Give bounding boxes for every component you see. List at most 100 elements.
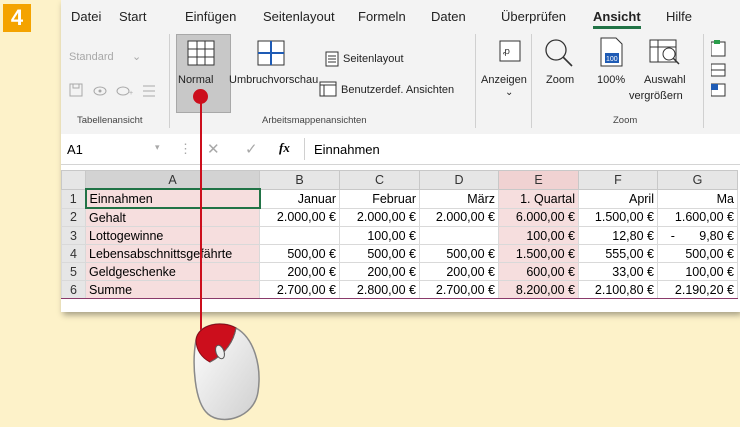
tab-seitenlayout[interactable]: Seitenlayout <box>263 9 335 24</box>
cell[interactable]: Summe <box>85 280 260 299</box>
column-header-g[interactable]: G <box>657 170 738 190</box>
table-row: 1 Einnahmen Januar Februar März 1. Quart… <box>61 188 738 209</box>
cell[interactable]: 2.700,00 € <box>419 280 499 299</box>
cell[interactable]: 2.100,80 € <box>578 280 658 299</box>
cell[interactable]: 1. Quartal <box>498 188 579 209</box>
excel-window: Datei Start Einfügen Seitenlayout Formel… <box>61 0 740 312</box>
group-label-tabellenansicht: Tabellenansicht <box>77 115 143 126</box>
umbruchvorschau-button[interactable]: Umbruchvorschau <box>229 74 318 86</box>
zoom-selection-icon <box>649 39 680 65</box>
cell[interactable]: 2.700,00 € <box>259 280 340 299</box>
cell[interactable]: Februar <box>339 188 420 209</box>
cell[interactable]: 2.000,00 € <box>419 207 499 227</box>
tab-datei[interactable]: Datei <box>71 9 101 24</box>
cell-a1[interactable]: Einnahmen <box>84 188 261 209</box>
cell[interactable]: 12,80 € <box>578 226 658 245</box>
name-box-dropdown-icon[interactable]: ▾ <box>155 142 160 153</box>
anzeigen-button[interactable]: Anzeigen <box>481 74 527 86</box>
cell[interactable]: 33,00 € <box>578 262 658 281</box>
cell[interactable]: 2.800,00 € <box>339 280 420 299</box>
cell[interactable] <box>259 226 340 245</box>
normal-label: Normal <box>178 74 214 86</box>
table-row: 3 Lottogewinne 100,00 € 100,00 € 12,80 €… <box>61 226 738 245</box>
cell[interactable]: 6.000,00 € <box>498 207 579 227</box>
column-header-d[interactable]: D <box>419 170 499 190</box>
zoom-button[interactable]: Zoom <box>546 74 574 86</box>
row-header[interactable]: 1 <box>61 188 86 209</box>
zoom-100-icon: 100 <box>600 37 623 67</box>
tab-start[interactable]: Start <box>119 9 146 24</box>
column-header-f[interactable]: F <box>578 170 658 190</box>
seitenlayout-button[interactable]: Seitenlayout <box>343 53 404 65</box>
normal-view-icon <box>187 40 215 66</box>
cell[interactable]: - 9,80 € <box>657 226 738 245</box>
cell[interactable]: 500,00 € <box>657 244 738 263</box>
cell[interactable]: 555,00 € <box>578 244 658 263</box>
pointer-line <box>200 96 202 344</box>
tab-formeln[interactable]: Formeln <box>358 9 406 24</box>
auswahl-vergroessern-button[interactable]: Auswahl <box>644 74 686 86</box>
cell[interactable]: 1.500,00 € <box>498 244 579 263</box>
cell[interactable]: 2.000,00 € <box>259 207 340 227</box>
cell[interactable]: 2.000,00 € <box>339 207 420 227</box>
cell[interactable]: 500,00 € <box>339 244 420 263</box>
column-header-row: A B C D E F G <box>61 170 738 190</box>
cell[interactable]: 500,00 € <box>259 244 340 263</box>
insert-function-icon[interactable]: fx <box>279 140 290 156</box>
column-header-e[interactable]: E <box>498 170 579 190</box>
cell[interactable]: 100,00 € <box>498 226 579 245</box>
zoom-100-button[interactable]: 100% <box>597 74 625 86</box>
cell[interactable]: 1.500,00 € <box>578 207 658 227</box>
table-row: 6 Summe 2.700,00 € 2.800,00 € 2.700,00 €… <box>61 280 738 299</box>
cell[interactable]: April <box>578 188 658 209</box>
auswahl-vergroessern-line2: vergrößern <box>629 90 683 102</box>
cell[interactable]: März <box>419 188 499 209</box>
sheet-view-select[interactable]: Standard ⌄ <box>69 50 141 63</box>
row-header[interactable]: 5 <box>61 262 86 281</box>
cell[interactable]: 1.600,00 € <box>657 207 738 227</box>
cell[interactable]: 2.190,20 € <box>657 280 738 299</box>
cell[interactable]: 100,00 € <box>339 226 420 245</box>
tab-ansicht[interactable]: Ansicht <box>593 9 641 29</box>
cell[interactable]: 8.200,00 € <box>498 280 579 299</box>
table-row: 2 Gehalt 2.000,00 € 2.000,00 € 2.000,00 … <box>61 207 738 227</box>
cell[interactable]: 200,00 € <box>259 262 340 281</box>
page-break-preview-icon <box>257 40 285 66</box>
row-header[interactable]: 4 <box>61 244 86 263</box>
row-header[interactable]: 3 <box>61 226 86 245</box>
cell[interactable]: 600,00 € <box>498 262 579 281</box>
tab-daten[interactable]: Daten <box>431 9 466 24</box>
cell[interactable]: Ma <box>657 188 738 209</box>
row-header[interactable]: 6 <box>61 280 86 299</box>
cell[interactable]: 100,00 € <box>657 262 738 281</box>
zoom-magnifier-icon <box>545 39 573 67</box>
column-header-c[interactable]: C <box>339 170 420 190</box>
enter-icon[interactable]: ✓ <box>245 140 258 158</box>
column-header-b[interactable]: B <box>259 170 340 190</box>
select-all-corner[interactable] <box>61 170 86 190</box>
cell[interactable]: Januar <box>259 188 340 209</box>
cell[interactable]: 200,00 € <box>339 262 420 281</box>
column-header-a[interactable]: A <box>85 170 260 190</box>
formula-bar-divider: ⋮ <box>179 141 192 156</box>
mouse-icon <box>193 323 260 421</box>
cell[interactable]: 500,00 € <box>419 244 499 263</box>
cell[interactable]: Geldgeschenke <box>85 262 260 281</box>
cell[interactable] <box>419 226 499 245</box>
svg-text:100: 100 <box>606 56 618 63</box>
cell[interactable]: 200,00 € <box>419 262 499 281</box>
benutzerdef-ansichten-button[interactable]: Benutzerdef. Ansichten <box>341 84 454 96</box>
tab-hilfe[interactable]: Hilfe <box>666 9 692 24</box>
cell[interactable]: Lebensabschnittsgefährte <box>85 244 260 263</box>
tab-ueberpruefen[interactable]: Überprüfen <box>501 9 566 24</box>
spreadsheet-grid: A B C D E F G 1 Einnahmen Januar Februar… <box>61 170 738 299</box>
formula-input[interactable]: Einnahmen <box>314 142 380 157</box>
anzeigen-chevron-icon: ⌄ <box>505 87 514 98</box>
cell[interactable]: Lottogewinne <box>85 226 260 245</box>
tab-einfuegen[interactable]: Einfügen <box>185 9 236 24</box>
cancel-icon[interactable]: ✕ <box>207 140 220 158</box>
row-header[interactable]: 2 <box>61 207 86 227</box>
cell[interactable]: Gehalt <box>85 207 260 227</box>
name-box[interactable]: A1 <box>67 142 83 157</box>
step-badge: 4 <box>3 4 31 32</box>
